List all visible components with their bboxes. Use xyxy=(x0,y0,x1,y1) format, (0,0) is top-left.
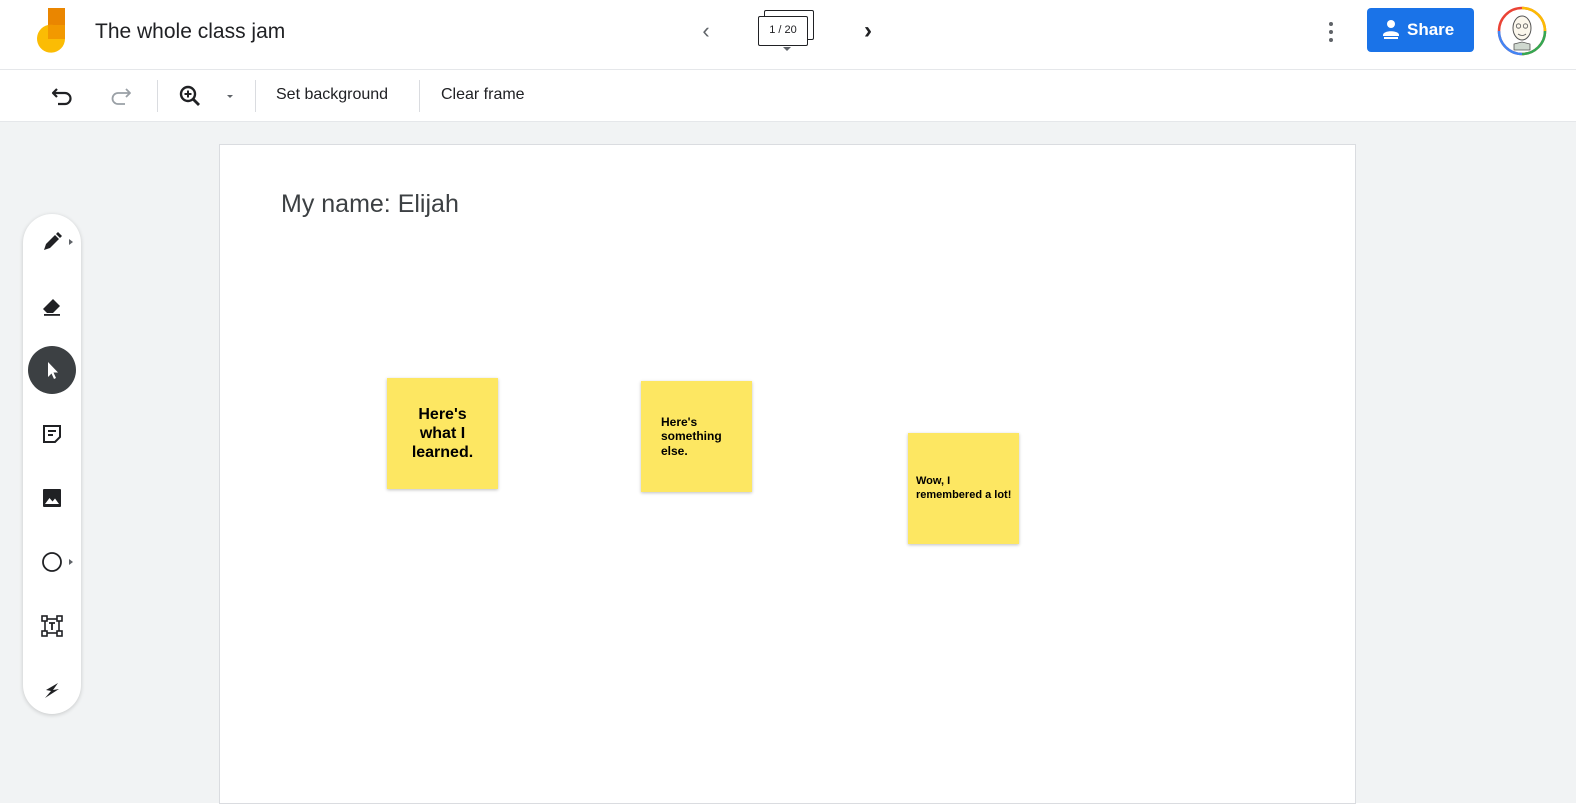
chevron-down-icon xyxy=(783,47,791,51)
account-avatar[interactable] xyxy=(1497,6,1547,56)
sticky-note[interactable]: Here's what I learned. xyxy=(387,378,498,489)
sticky-note-text: Wow, I remembered a lot! xyxy=(916,475,1012,501)
chevron-right-icon xyxy=(69,559,73,565)
text-box-tool-button[interactable] xyxy=(28,602,76,650)
canvas-text-box[interactable]: My name: Elijah xyxy=(281,190,459,219)
undo-icon[interactable] xyxy=(49,82,77,110)
circle-icon xyxy=(42,552,62,572)
laser-tool-button[interactable] xyxy=(28,666,76,714)
more-vert-icon xyxy=(1329,22,1333,26)
jam-canvas[interactable]: My name: Elijah Here's what I learned. H… xyxy=(219,144,1356,804)
jamboard-logo xyxy=(37,8,66,53)
image-icon xyxy=(43,489,61,507)
eraser-tool-button[interactable] xyxy=(28,282,76,330)
zoom-dropdown-icon[interactable] xyxy=(222,82,238,110)
edit-toolbar: Set background Clear frame xyxy=(0,70,1576,122)
sticky-note[interactable]: Here's something else. xyxy=(641,381,752,492)
eraser-icon xyxy=(43,299,60,316)
previous-frame-button[interactable]: ‹ xyxy=(694,16,718,46)
sticky-note-text: Here's what I learned. xyxy=(411,405,474,462)
frame-counter-button[interactable]: 1 / 20 xyxy=(758,10,816,54)
sticky-note[interactable]: Wow, I remembered a lot! xyxy=(908,433,1019,544)
frame-counter-label: 1 / 20 xyxy=(758,16,808,46)
image-tool-button[interactable] xyxy=(28,474,76,522)
document-title[interactable]: The whole class jam xyxy=(95,20,285,44)
next-frame-button[interactable]: › xyxy=(856,16,880,46)
zoom-in-icon[interactable] xyxy=(176,82,204,110)
more-options-button[interactable] xyxy=(1320,14,1342,50)
redo-icon[interactable] xyxy=(106,82,134,110)
workspace: My name: Elijah Here's what I learned. H… xyxy=(0,122,1576,804)
share-label: Share xyxy=(1407,20,1455,39)
pen-tool-button[interactable] xyxy=(28,218,76,266)
sticky-note-text: Here's something else. xyxy=(661,414,722,458)
person-add-icon xyxy=(1383,20,1399,39)
chevron-right-icon xyxy=(69,239,73,245)
select-tool-button[interactable] xyxy=(28,346,76,394)
sticky-note-icon xyxy=(43,425,61,443)
tool-rail xyxy=(23,214,81,714)
sticky-note-tool-button[interactable] xyxy=(28,410,76,458)
top-bar: The whole class jam ‹ 1 / 20 › Share xyxy=(0,0,1576,70)
share-button[interactable]: Share xyxy=(1367,8,1474,52)
laser-icon xyxy=(45,683,59,698)
select-icon xyxy=(48,362,58,379)
text-box-icon xyxy=(41,615,63,637)
clear-frame-button[interactable]: Clear frame xyxy=(441,86,525,104)
shape-tool-button[interactable] xyxy=(28,538,76,586)
set-background-button[interactable]: Set background xyxy=(276,86,388,104)
pen-icon xyxy=(44,232,62,250)
